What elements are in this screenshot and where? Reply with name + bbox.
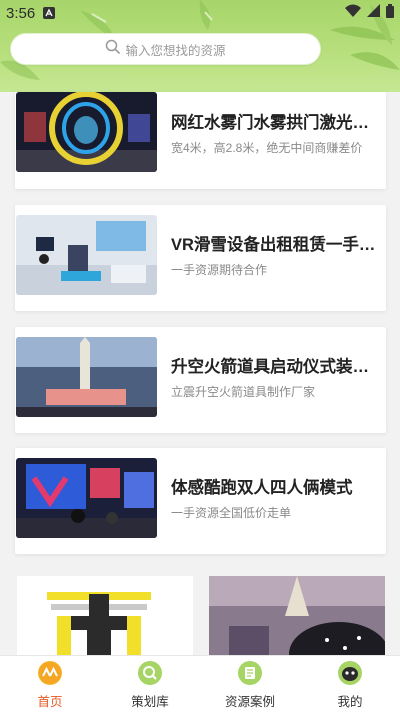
nav-item-home[interactable]: 首页: [0, 656, 100, 712]
grid-item-image: [17, 576, 193, 666]
grid-item[interactable]: [209, 576, 385, 666]
search-input[interactable]: 输入您想找的资源: [10, 33, 321, 65]
item-subtitle: 一手资源全国低价走单: [171, 506, 292, 520]
search-icon: [138, 661, 162, 685]
notification-a-icon: [43, 7, 56, 19]
list-item[interactable]: VR滑雪设备出租租赁一手… 一手资源期待合作: [15, 205, 386, 311]
search-placeholder: 输入您想找的资源: [125, 43, 226, 58]
list-item[interactable]: 升空火箭道具启动仪式装… 立震升空火箭道具制作厂家: [15, 327, 386, 433]
grid-item[interactable]: [17, 576, 193, 666]
status-time: 3:56: [6, 4, 36, 22]
item-title: 升空火箭道具启动仪式装…: [171, 358, 369, 376]
document-icon: [238, 661, 262, 685]
grid-item-image: [209, 576, 385, 666]
item-title: 体感酷跑双人四人俩模式: [171, 479, 353, 497]
item-subtitle: 一手资源期待合作: [171, 263, 268, 277]
item-subtitle: 宽4米，高2.8米，绝无中间商赚差价: [171, 141, 363, 155]
item-title: 网红水雾门水雾拱门激光…: [171, 114, 369, 132]
nav-item-profile[interactable]: 我的: [300, 656, 400, 712]
home-icon: [38, 661, 62, 685]
item-thumbnail: [16, 337, 157, 417]
nav-label-profile: 我的: [337, 695, 363, 709]
item-thumbnail: [16, 215, 157, 295]
item-thumbnail: [16, 458, 157, 538]
list-item[interactable]: 网红水雾门水雾拱门激光… 宽4米，高2.8米，绝无中间商赚差价: [15, 92, 386, 189]
nav-label-home: 首页: [37, 695, 63, 709]
nav-item-cases[interactable]: 资源案例: [200, 656, 300, 712]
profile-icon: [338, 661, 362, 685]
signal-icon: [367, 4, 380, 22]
status-bar: 3:56: [0, 0, 400, 26]
battery-icon: [386, 3, 394, 23]
wifi-icon: [345, 4, 361, 22]
nav-label-cases: 资源案例: [224, 695, 275, 709]
list-item[interactable]: 体感酷跑双人四人俩模式 一手资源全国低价走单: [15, 448, 386, 554]
item-thumbnail: [16, 92, 157, 172]
search-icon: [105, 39, 121, 60]
item-title: VR滑雪设备出租租赁一手…: [171, 236, 376, 254]
header: 3:56 输入您想找的资源: [0, 0, 400, 92]
nav-item-planning[interactable]: 策划库: [100, 656, 200, 712]
bottom-nav: 首页 策划库 资源案例 我的: [0, 655, 400, 712]
item-subtitle: 立震升空火箭道具制作厂家: [171, 385, 316, 399]
nav-label-planning: 策划库: [131, 695, 169, 709]
